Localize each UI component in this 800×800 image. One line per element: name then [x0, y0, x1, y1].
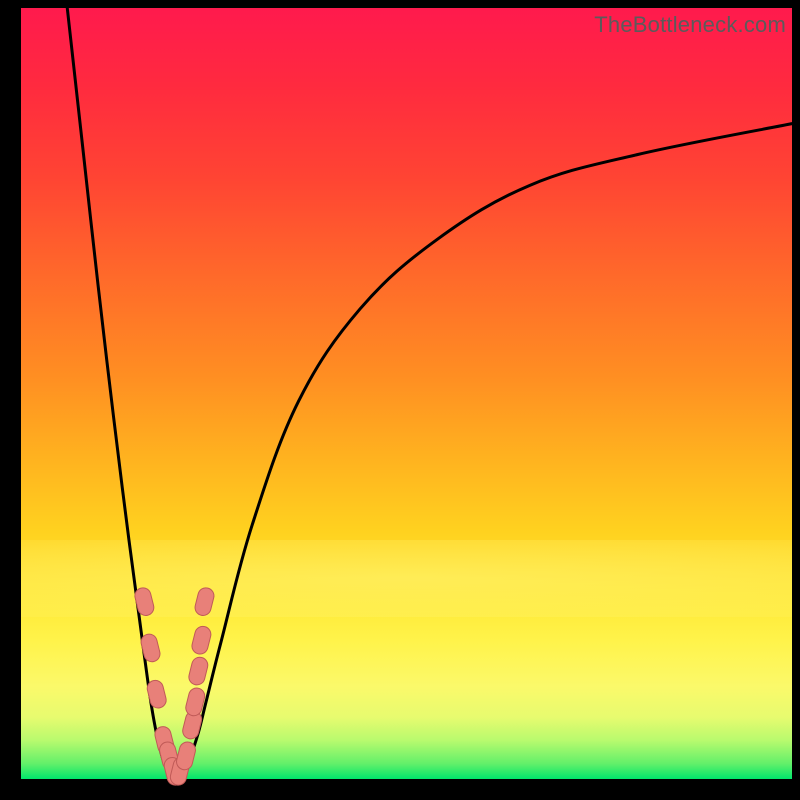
watermark-text: TheBottleneck.com [594, 12, 786, 38]
data-marker [175, 740, 197, 771]
data-marker [146, 679, 168, 710]
data-marker [139, 632, 161, 663]
curve-left-branch [67, 8, 175, 779]
data-marker [190, 625, 212, 656]
plot-area [21, 8, 792, 779]
data-marker [133, 586, 155, 617]
curve-right-branch [175, 124, 792, 779]
data-marker [187, 656, 209, 687]
curves-svg [21, 8, 792, 779]
chart-frame: TheBottleneck.com [0, 0, 800, 800]
data-marker [193, 586, 215, 617]
